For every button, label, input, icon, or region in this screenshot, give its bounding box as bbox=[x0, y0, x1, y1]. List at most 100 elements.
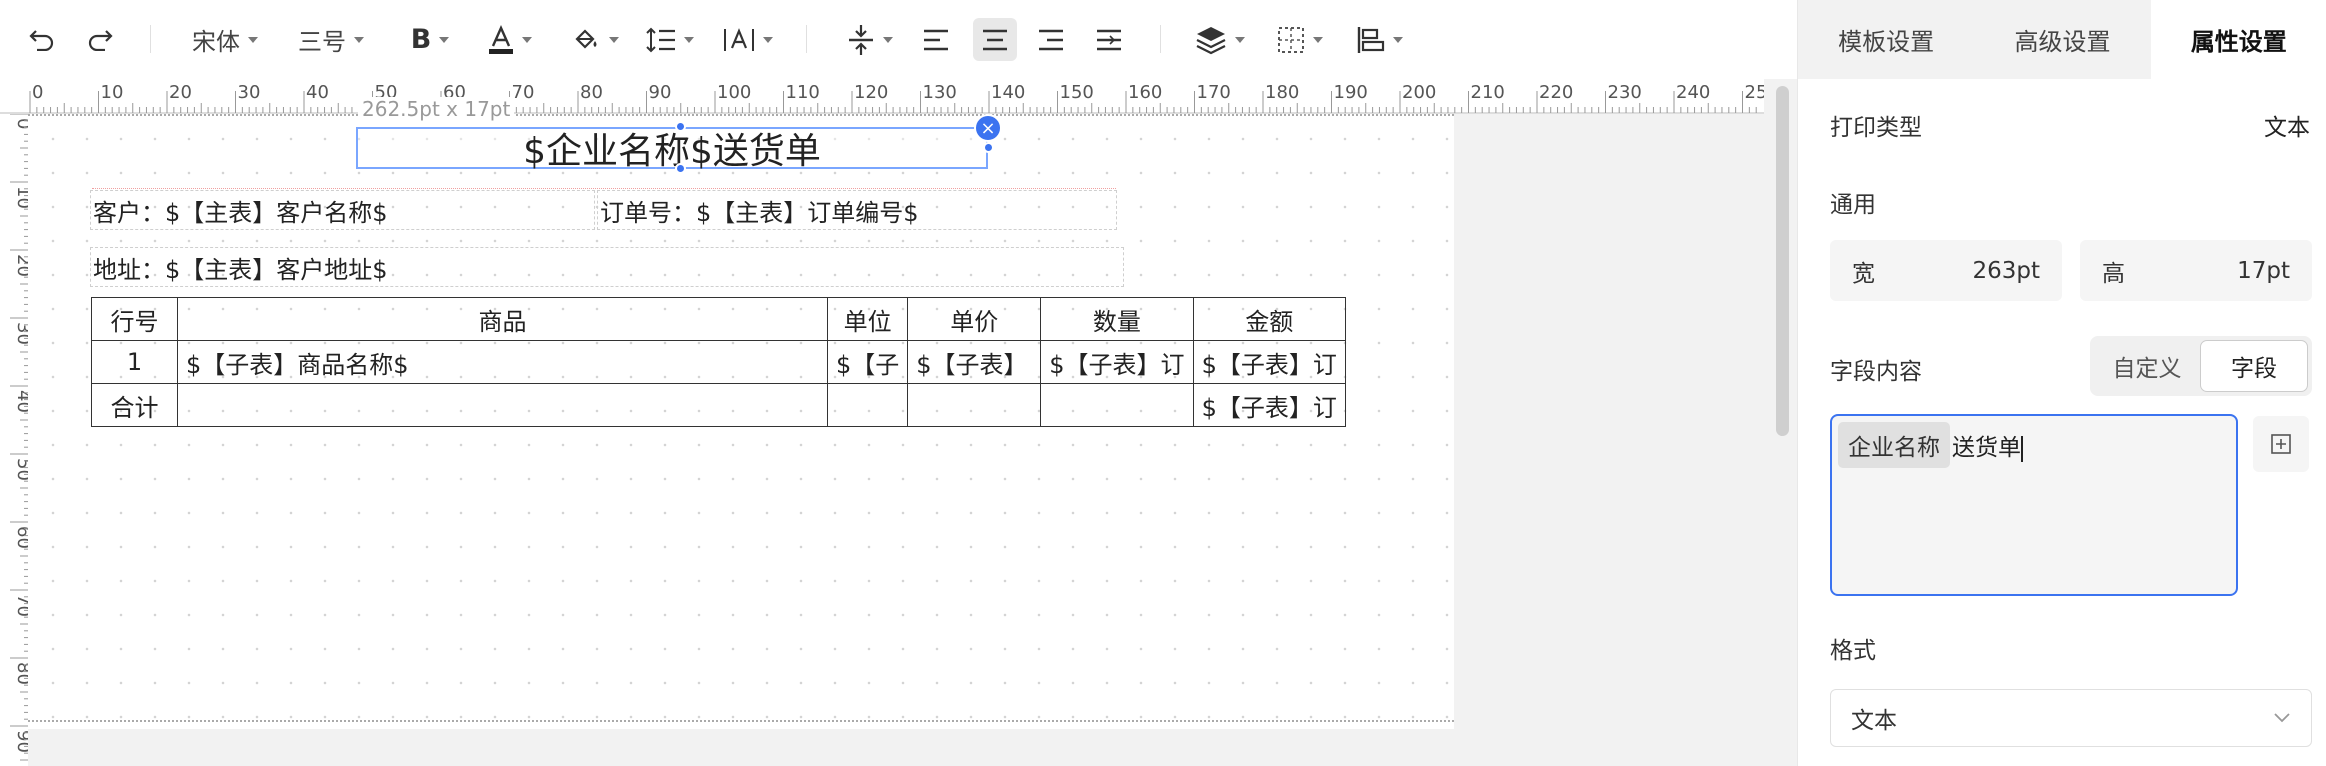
ruler-label: 240 bbox=[1676, 82, 1710, 103]
close-icon: × bbox=[980, 117, 996, 139]
height-field[interactable]: 高 17pt bbox=[2080, 240, 2312, 301]
table-cell[interactable]: $【子表】订 bbox=[1192, 383, 1346, 427]
bold-button[interactable]: B bbox=[400, 0, 460, 79]
align-left-icon bbox=[924, 29, 948, 50]
vertical-align-icon bbox=[849, 24, 873, 55]
table-cell[interactable]: $【子 bbox=[826, 340, 909, 384]
line-height-button[interactable] bbox=[640, 0, 700, 79]
page-top-margin-line bbox=[28, 114, 1454, 116]
table-cell[interactable] bbox=[907, 383, 1042, 427]
table-cell[interactable] bbox=[826, 383, 909, 427]
format-select[interactable]: 文本 bbox=[1830, 689, 2312, 747]
customer-field[interactable]: 客户：$【主表】客户名称$ bbox=[90, 190, 595, 230]
general-section-label: 通用 bbox=[1830, 192, 1876, 218]
insert-field-button[interactable] bbox=[2253, 416, 2309, 472]
chevron-down-icon bbox=[763, 36, 773, 43]
table-cell[interactable]: $【子表】 bbox=[907, 340, 1042, 384]
chevron-down-icon bbox=[522, 36, 532, 43]
ruler-label: 150 bbox=[1060, 82, 1094, 103]
fill-color-button[interactable] bbox=[566, 0, 626, 79]
order-number-field[interactable]: 订单号：$【主表】订单编号$ bbox=[597, 190, 1117, 230]
resize-handle-right[interactable] bbox=[983, 142, 994, 153]
title-text: $企业名称$送货单 bbox=[523, 131, 821, 172]
table-cell[interactable]: $【子表】订 bbox=[1040, 340, 1194, 384]
align-justify-button[interactable] bbox=[1088, 0, 1130, 79]
table-header-cell[interactable]: 商品 bbox=[177, 297, 828, 341]
line-height-icon bbox=[646, 27, 675, 52]
table-cell[interactable]: $【子表】订 bbox=[1192, 340, 1346, 384]
letter-spacing-icon bbox=[724, 27, 754, 51]
font-size-select[interactable]: 三号 bbox=[286, 0, 376, 79]
field-content-text: 送货单 bbox=[1950, 422, 2025, 468]
panel-tabs: 模板设置 高级设置 属性设置 bbox=[1798, 0, 2326, 79]
chevron-down-icon bbox=[354, 36, 364, 43]
content-text-value: 送货单 bbox=[1952, 435, 2021, 461]
width-label: 宽 bbox=[1852, 260, 1875, 287]
fill-color-icon bbox=[575, 28, 597, 49]
tab-advanced-settings[interactable]: 高级设置 bbox=[1974, 0, 2150, 79]
custom-mode-option[interactable]: 自定义 bbox=[2094, 340, 2200, 392]
table-header-cell[interactable]: 单位 bbox=[826, 297, 909, 341]
table-header-cell[interactable]: 数量 bbox=[1040, 297, 1194, 341]
ruler-label: 60 bbox=[13, 526, 28, 549]
ruler-label: 130 bbox=[923, 82, 957, 103]
address-field[interactable]: 地址：$【主表】客户地址$ bbox=[90, 247, 1124, 287]
ruler-label: 140 bbox=[991, 82, 1025, 103]
field-token-chip[interactable]: 企业名称 bbox=[1838, 422, 1950, 468]
table-cell[interactable]: 1 bbox=[91, 340, 178, 384]
chevron-down-icon bbox=[1393, 36, 1403, 43]
tab-template-settings[interactable]: 模板设置 bbox=[1798, 0, 1974, 79]
ruler-label: 230 bbox=[1608, 82, 1642, 103]
guide-line bbox=[92, 188, 1116, 189]
ruler-label: 100 bbox=[717, 82, 751, 103]
ruler-label: 170 bbox=[1197, 82, 1231, 103]
title-field-selected[interactable]: $企业名称$送货单 bbox=[356, 127, 988, 172]
ruler-label: 80 bbox=[580, 82, 603, 103]
vertical-align-button[interactable] bbox=[840, 0, 900, 79]
table-header-cell[interactable]: 行号 bbox=[91, 297, 178, 341]
letter-spacing-button[interactable] bbox=[718, 0, 778, 79]
field-mode-option[interactable]: 字段 bbox=[2200, 340, 2308, 392]
detail-table[interactable]: 行号 商品 单位 单价 数量 金额 1 $【子表】商品名称$ $【子 $【子表】… bbox=[91, 297, 1346, 427]
format-select-value: 文本 bbox=[1851, 708, 1897, 734]
undo-icon[interactable] bbox=[24, 0, 60, 79]
table-cell[interactable]: 合计 bbox=[91, 383, 178, 427]
width-field[interactable]: 宽 263pt bbox=[1830, 240, 2062, 301]
font-family-label: 宋体 bbox=[192, 28, 240, 56]
ruler-label: 10 bbox=[13, 186, 28, 209]
font-family-select[interactable]: 宋体 bbox=[180, 0, 270, 79]
arrange-icon bbox=[1357, 26, 1385, 53]
ruler-label: 80 bbox=[13, 662, 28, 685]
border-button[interactable] bbox=[1270, 0, 1330, 79]
ruler-label: 40 bbox=[306, 82, 329, 103]
align-justify-icon bbox=[1097, 29, 1121, 50]
arrange-button[interactable] bbox=[1350, 0, 1410, 79]
delete-element-button[interactable]: × bbox=[974, 114, 1002, 142]
table-header-cell[interactable]: 单价 bbox=[907, 297, 1042, 341]
align-right-button[interactable] bbox=[1030, 0, 1072, 79]
resize-handle-top[interactable] bbox=[675, 121, 686, 132]
layers-button[interactable] bbox=[1190, 0, 1250, 79]
table-cell[interactable] bbox=[1040, 383, 1194, 427]
table-header-cell[interactable]: 金额 bbox=[1192, 297, 1346, 341]
ruler-label: 200 bbox=[1402, 82, 1436, 103]
ruler-label: 180 bbox=[1265, 82, 1299, 103]
font-color-button[interactable] bbox=[480, 0, 540, 79]
align-center-button[interactable] bbox=[973, 18, 1017, 61]
toolbar-divider bbox=[150, 25, 151, 53]
ruler-label: 20 bbox=[169, 82, 192, 103]
redo-icon[interactable] bbox=[82, 0, 118, 79]
table-row: 1 $【子表】商品名称$ $【子 $【子表】 $【子表】订 $【子表】订 bbox=[91, 340, 1346, 384]
align-left-button[interactable] bbox=[915, 0, 957, 79]
ruler-label: 0 bbox=[32, 82, 43, 103]
table-cell[interactable]: $【子表】商品名称$ bbox=[177, 340, 828, 384]
tab-property-settings[interactable]: 属性设置 bbox=[2150, 0, 2326, 79]
width-value: 263pt bbox=[1972, 257, 2040, 284]
ruler-label: 190 bbox=[1334, 82, 1368, 103]
table-cell[interactable] bbox=[177, 383, 828, 427]
bold-icon: B bbox=[410, 24, 432, 55]
resize-handle-bottom[interactable] bbox=[675, 163, 686, 174]
field-content-editor[interactable]: 企业名称 送货单 bbox=[1830, 414, 2238, 596]
chevron-down-icon bbox=[248, 36, 258, 43]
vertical-scrollbar-thumb[interactable] bbox=[1776, 86, 1789, 436]
